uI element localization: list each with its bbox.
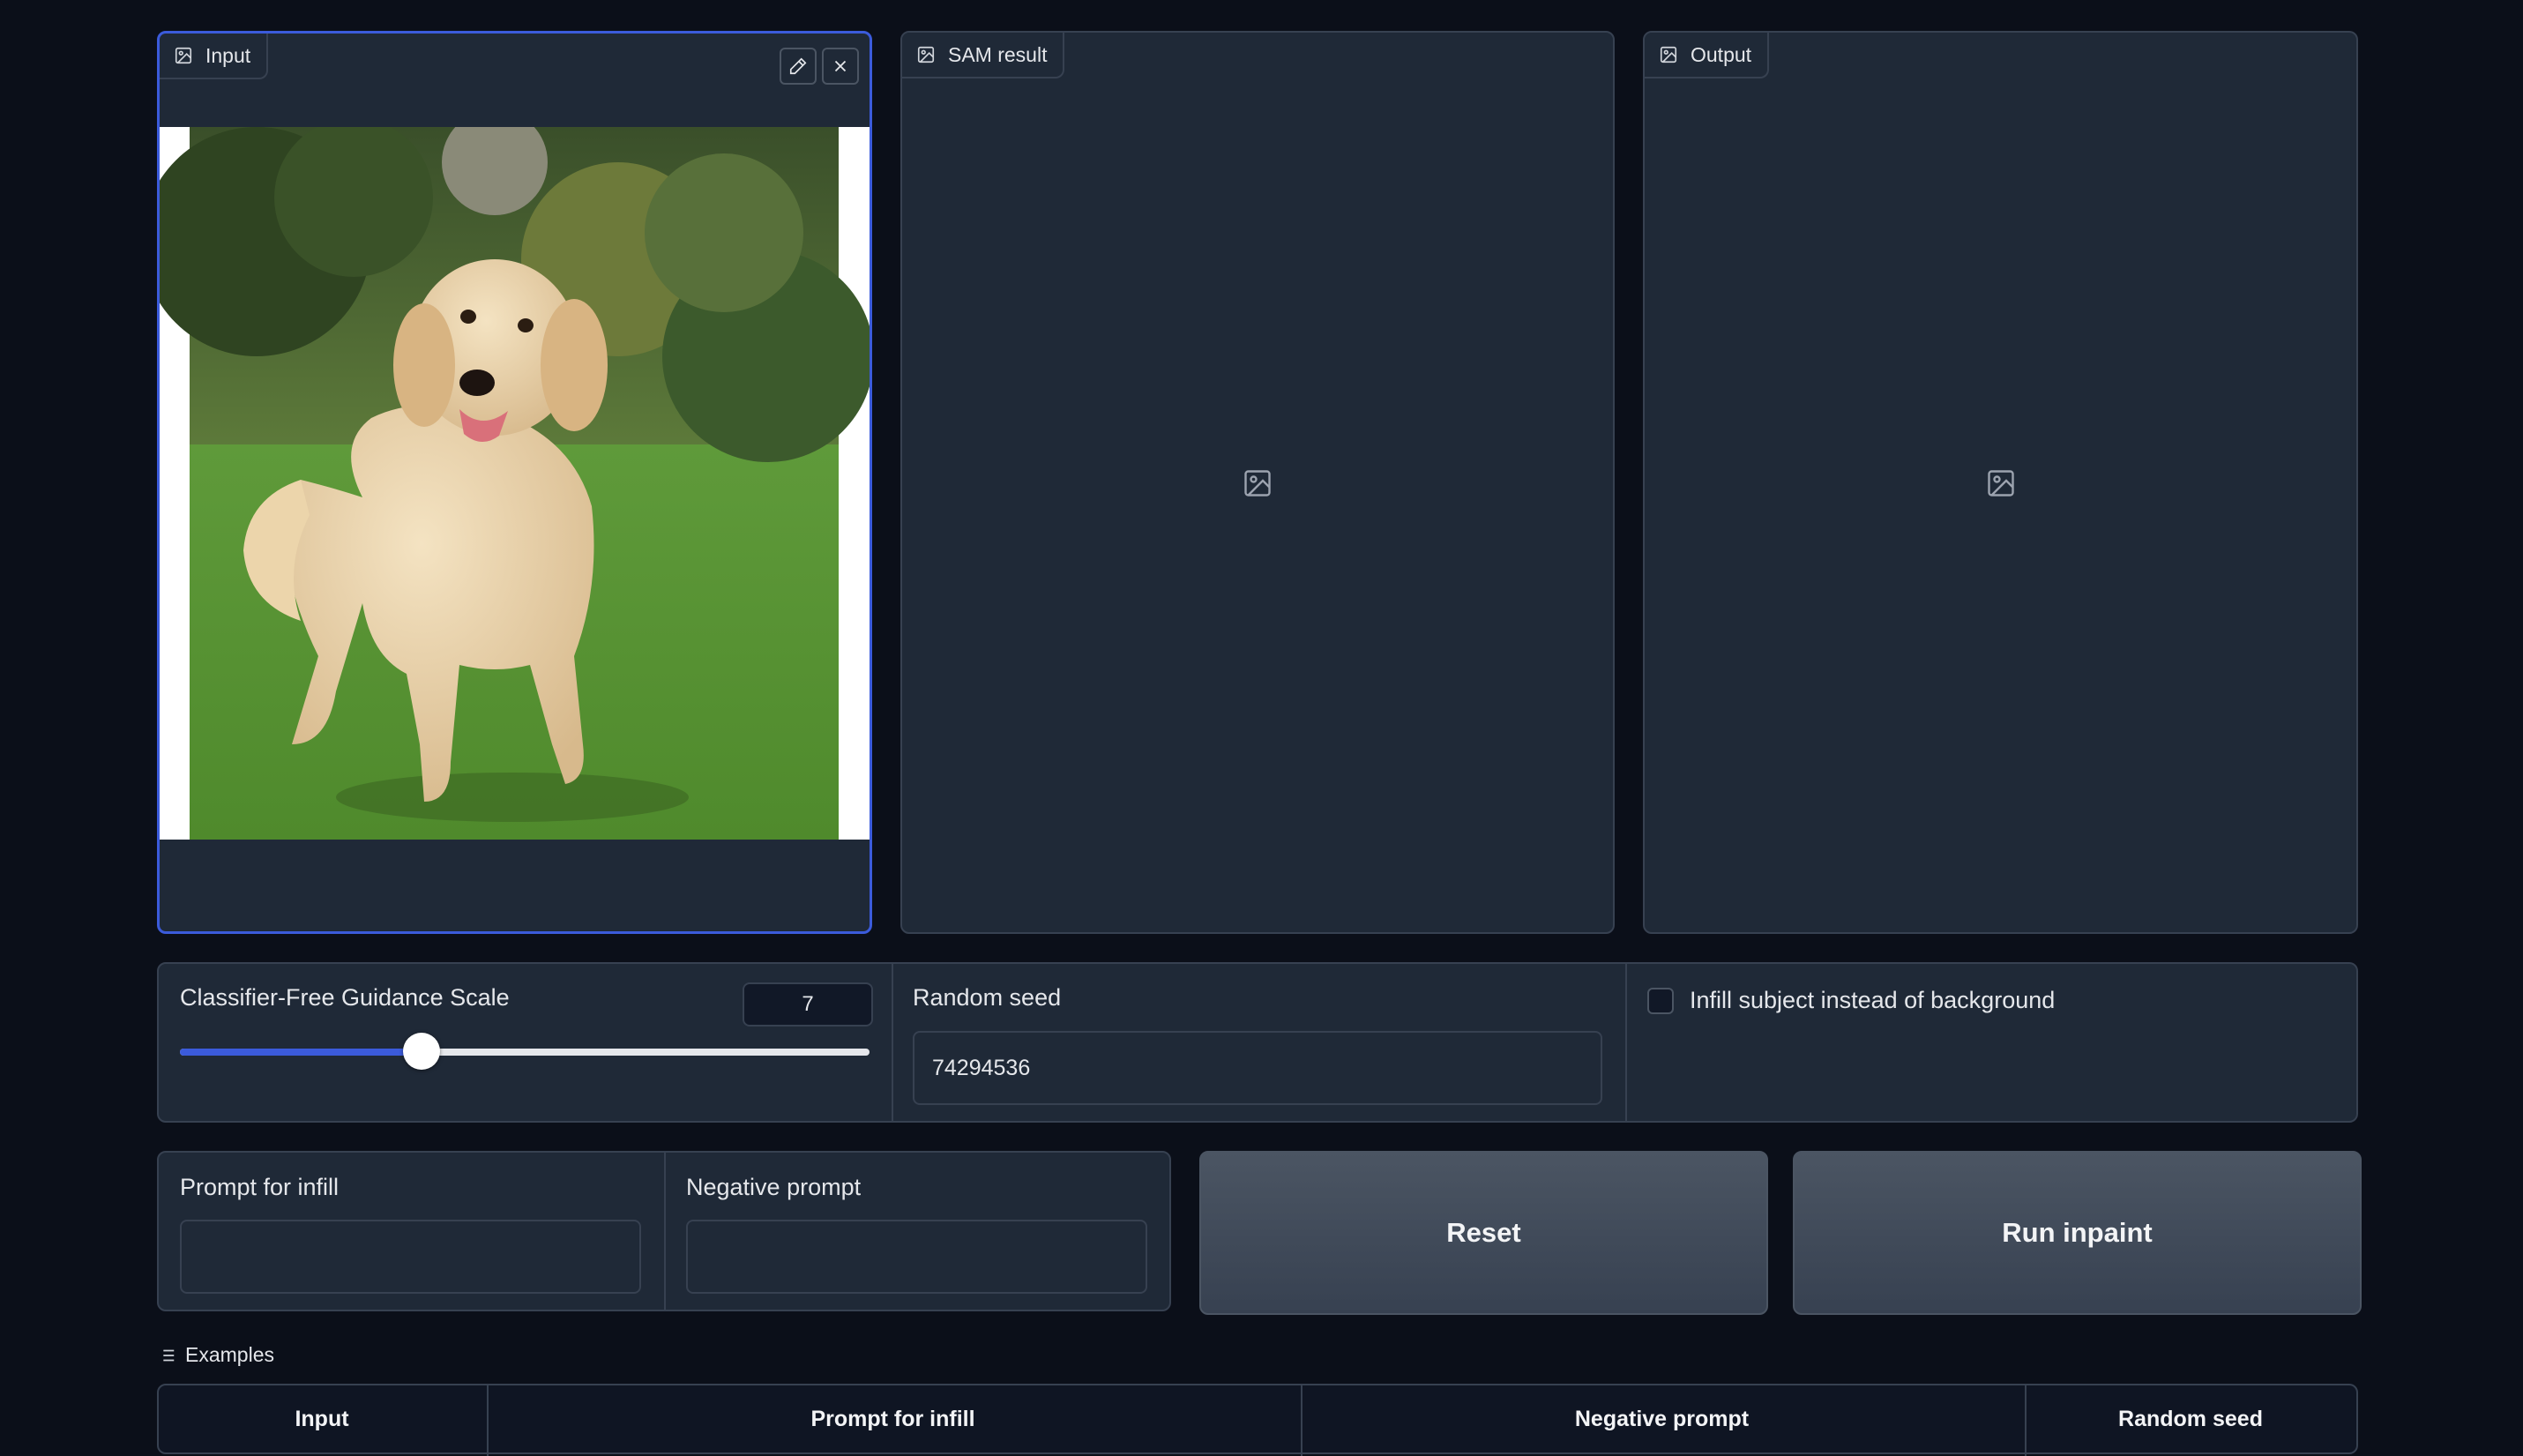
image-icon [1660, 46, 1677, 63]
infill-subject-label[interactable]: Infill subject instead of background [1690, 987, 2055, 1014]
prompt-label: Prompt for infill [180, 1174, 340, 1200]
cfg-slider-fill [180, 1049, 422, 1056]
seed-label: Random seed [913, 984, 1062, 1011]
pencil-icon [789, 57, 807, 75]
cfg-slider-thumb[interactable] [403, 1033, 440, 1070]
cfg-number-input[interactable]: 7 [743, 982, 873, 1027]
settings-row: Classifier-Free Guidance Scale 7 Random … [157, 962, 2358, 1123]
output-panel-tag: Output [1645, 33, 1770, 78]
reset-button[interactable]: Reset [1199, 1151, 1768, 1315]
divider [664, 1153, 666, 1310]
divider [892, 964, 893, 1121]
seed-input[interactable]: 74294536 [913, 1031, 1602, 1105]
image-icon [917, 46, 935, 63]
negative-prompt-label: Negative prompt [686, 1174, 862, 1200]
sam-result-panel[interactable]: SAM result [900, 31, 1615, 934]
output-panel[interactable]: Output [1643, 31, 2358, 934]
output-panel-label: Output [1691, 42, 1752, 66]
clear-button[interactable] [822, 48, 859, 85]
divider [1625, 964, 1627, 1121]
sam-panel-tag: SAM result [902, 33, 1065, 78]
prompt-textarea[interactable] [180, 1220, 641, 1294]
input-panel-label: Input [205, 43, 251, 67]
column-header-seed: Random seed [2118, 1407, 2263, 1431]
negative-prompt-textarea[interactable] [686, 1220, 1147, 1294]
column-header-input: Input [295, 1407, 349, 1431]
sam-panel-label: SAM result [948, 42, 1048, 66]
input-panel-tag: Input [160, 34, 269, 79]
infill-subject-checkbox[interactable] [1647, 988, 1674, 1014]
image-placeholder-icon [1244, 470, 1271, 497]
cfg-label: Classifier-Free Guidance Scale [180, 984, 510, 1011]
uploaded-dog-image [160, 127, 870, 840]
run-inpaint-button[interactable]: Run inpaint [1793, 1151, 2362, 1315]
list-icon [159, 1349, 175, 1361]
image-placeholder-icon [1988, 470, 2014, 497]
image-icon [175, 47, 192, 64]
close-icon [834, 60, 847, 72]
cfg-slider-track[interactable] [180, 1033, 870, 1070]
edit-button[interactable] [780, 48, 817, 85]
column-header-negative: Negative prompt [1574, 1407, 1750, 1431]
prompts-block: Prompt for infill Negative prompt [157, 1151, 1171, 1311]
column-header-prompt: Prompt for infill [810, 1407, 975, 1431]
input-image-panel[interactable]: Input [157, 31, 872, 934]
examples-header: Examples [157, 1343, 274, 1367]
examples-label: Examples [185, 1343, 274, 1366]
